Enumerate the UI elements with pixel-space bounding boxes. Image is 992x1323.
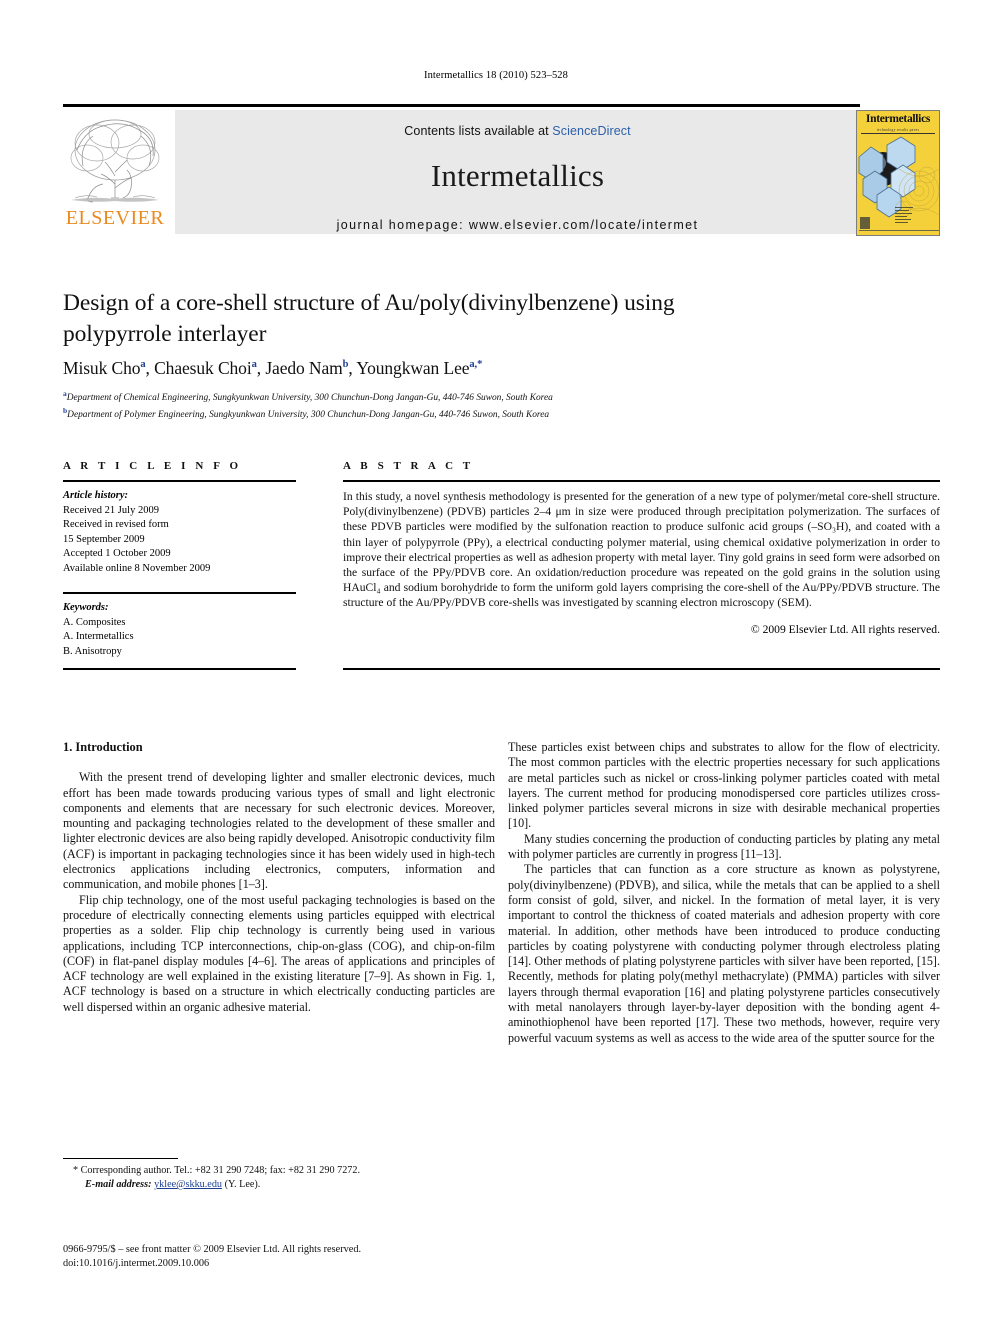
author-3-affiliation-marker: b: [342, 359, 349, 371]
email-link[interactable]: yklee@skku.edu: [154, 1179, 222, 1190]
article-history-label: Article history:: [63, 490, 129, 501]
author-byline: Misuk Choa, Chaesuk Choia, Jaedo Namb, Y…: [63, 358, 483, 378]
elsevier-wordmark: ELSEVIER: [65, 207, 165, 229]
journal-title: Intermetallics: [430, 158, 605, 193]
doi-line: doi:10.1016/j.intermet.2009.10.006: [63, 1257, 210, 1269]
body-column-right: These particles exist between chips and …: [508, 740, 940, 1046]
abstract-bottom-rule: [343, 668, 940, 670]
cover-rule: [861, 132, 935, 134]
masthead-top-rule: [63, 104, 860, 107]
history-item: Available online 8 November 2009: [63, 562, 211, 574]
article-info-heading: A R T I C L E I N F O: [63, 460, 242, 472]
author-1-affiliation-marker: a: [140, 359, 146, 371]
footnote-rule: [63, 1158, 178, 1159]
keywords-rule: [63, 592, 296, 594]
article-info-bottom-rule: [63, 668, 296, 670]
body-paragraph: Flip chip technology, one of the most us…: [63, 892, 495, 1014]
author-1: Misuk Choa: [63, 358, 146, 378]
author-3: Jaedo Namb: [265, 358, 349, 378]
history-item: Received 21 July 2009: [63, 504, 159, 516]
keywords-list: A. Composites A. Intermetallics B. Aniso…: [63, 616, 296, 660]
abstract-rule: [343, 480, 940, 482]
email-label: E-mail address:: [85, 1179, 152, 1190]
sciencedirect-link[interactable]: ScienceDirect: [552, 124, 630, 138]
elsevier-tree-icon: [70, 119, 160, 203]
body-paragraph: The particles that can function as a cor…: [508, 862, 940, 1045]
affiliation-a: aDepartment of Chemical Engineering, Sun…: [63, 389, 553, 404]
issn-copyright-line: 0966-9795/$ – see front matter © 2009 El…: [63, 1244, 362, 1255]
author-4-affiliation-marker: a,*: [469, 359, 483, 371]
contents-prefix: Contents lists available at: [404, 124, 553, 138]
article-info-block: A R T I C L E I N F O Article history: R…: [63, 460, 296, 659]
running-head: Intermetallics 18 (2010) 523–528: [423, 70, 569, 81]
corresponding-author-line: * Corresponding author. Tel.: +82 31 290…: [73, 1165, 361, 1176]
body-paragraph: These particles exist between chips and …: [508, 740, 940, 831]
abstract-text: In this study, a novel synthesis methodo…: [343, 490, 940, 610]
section-heading-introduction: 1. Introduction: [63, 740, 143, 754]
email-line: E-mail address: yklee@skku.edu (Y. Lee).: [63, 1178, 483, 1192]
affiliation-b: bDepartment of Polymer Engineering, Sung…: [63, 405, 550, 420]
affiliations: aDepartment of Chemical Engineering, Sun…: [63, 388, 823, 421]
abstract-block: A B S T R A C T In this study, a novel s…: [343, 460, 940, 636]
contents-available-line: Contents lists available at ScienceDirec…: [175, 110, 860, 138]
article-title: Design of a core-shell structure of Au/p…: [63, 290, 675, 347]
corresponding-author-footnote: * Corresponding author. Tel.: +82 31 290…: [63, 1164, 483, 1192]
email-suffix: (Y. Lee).: [224, 1179, 261, 1190]
paper-page: Intermetallics 18 (2010) 523–528 ELSEVIE…: [0, 0, 992, 1323]
keyword-item: A. Intermetallics: [63, 631, 134, 642]
cover-subtitle: technology results paves: [876, 127, 920, 132]
author-2: Chaesuk Choia: [154, 358, 257, 378]
keyword-item: B. Anisotropy: [63, 645, 122, 657]
body-paragraph: Many studies concerning the production o…: [508, 831, 940, 862]
journal-masthead: ELSEVIER Contents lists available at Sci…: [63, 104, 940, 236]
cover-title: Intermetallics: [865, 113, 931, 125]
journal-band: Contents lists available at ScienceDirec…: [175, 110, 860, 234]
keywords-label: Keywords:: [63, 602, 109, 613]
abstract-heading: A B S T R A C T: [343, 460, 474, 472]
keyword-item: A. Composites: [63, 616, 126, 628]
history-item: Received in revised form: [63, 519, 169, 530]
body-paragraph: With the present trend of developing lig…: [63, 770, 495, 892]
author-4: Youngkwan Leea,*: [356, 358, 483, 378]
journal-homepage-line[interactable]: journal homepage: www.elsevier.com/locat…: [175, 218, 860, 232]
cover-artwork-icon: [858, 136, 939, 231]
author-2-affiliation-marker: a: [251, 359, 257, 371]
elsevier-logo: ELSEVIER: [63, 110, 167, 234]
footer-issn-block: 0966-9795/$ – see front matter © 2009 El…: [63, 1243, 493, 1270]
article-info-rule: [63, 480, 296, 482]
journal-cover-thumbnail: Intermetallics technology results paves: [856, 110, 940, 236]
article-history-list: Received 21 July 2009 Received in revise…: [63, 504, 296, 577]
body-column-left: 1. Introduction With the present trend o…: [63, 740, 495, 1015]
history-item: Accepted 1 October 2009: [63, 548, 171, 559]
abstract-copyright: © 2009 Elsevier Ltd. All rights reserved…: [750, 622, 940, 636]
history-item: 15 September 2009: [63, 533, 145, 545]
